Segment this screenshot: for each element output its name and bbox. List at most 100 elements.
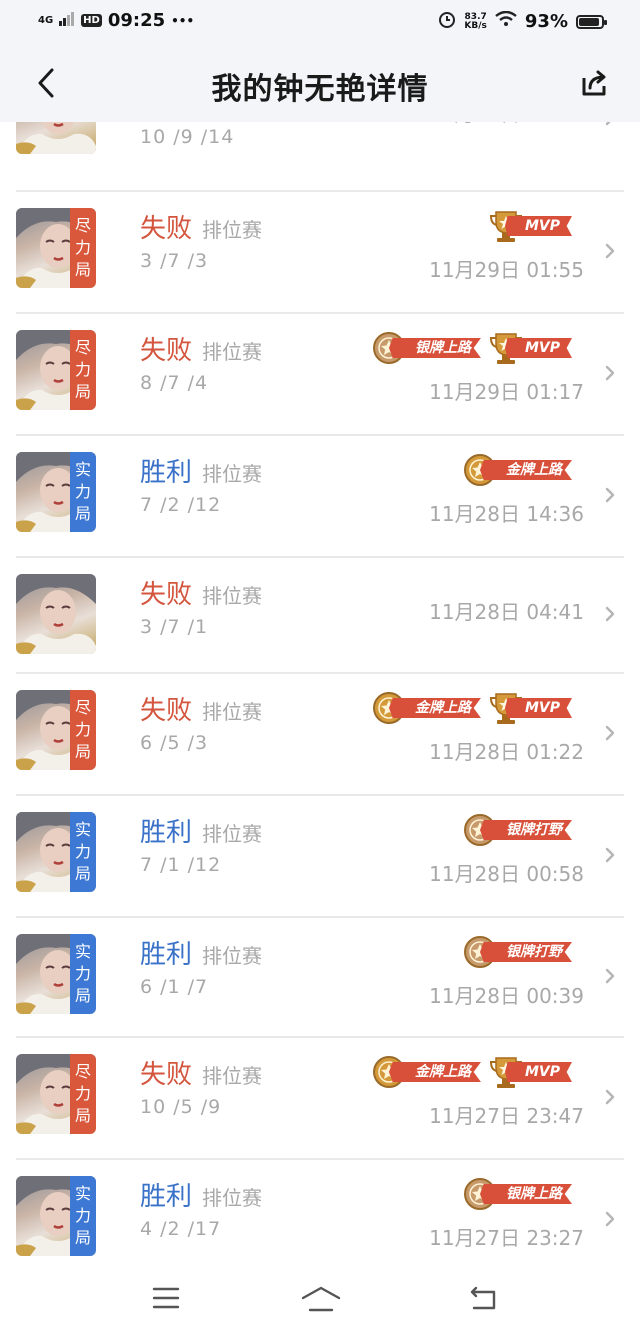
badge-gold: 金牌上路 xyxy=(371,1054,481,1090)
match-mode: 排位赛 xyxy=(202,822,262,846)
match-tag-char: 尽 xyxy=(74,216,91,235)
hero-avatar: 尽力局 xyxy=(16,690,96,770)
match-tag-char: 实 xyxy=(74,942,91,961)
match-tag-char: 实 xyxy=(74,820,91,839)
badge-group: 银牌上路 MVP xyxy=(371,330,572,366)
match-time: 11月27日 23:27 xyxy=(429,1226,584,1250)
chevron-right-icon[interactable] xyxy=(604,606,616,622)
match-tag-char: 局 xyxy=(74,1228,91,1247)
network-indicator: 4G xyxy=(38,14,54,26)
system-nav-bar xyxy=(0,1264,640,1336)
chevron-right-icon[interactable] xyxy=(604,243,616,259)
home-button[interactable] xyxy=(300,1284,342,1320)
match-tag: 实力局 xyxy=(70,934,96,1014)
match-tag-char: 力 xyxy=(74,482,91,501)
net-speed-unit: KB/s xyxy=(464,20,487,31)
battery-percent: 93% xyxy=(524,11,568,32)
match-tag-char: 力 xyxy=(74,964,91,983)
match-row[interactable]: 实力局 胜利 排位赛 4 /2 /17 11月27日 23:27 银牌上路 xyxy=(16,1158,624,1264)
match-result: 失败 xyxy=(140,214,193,244)
match-tag-char: 力 xyxy=(74,842,91,861)
badge-gold: 金牌上路 xyxy=(371,690,481,726)
badge-group: 银牌打野 xyxy=(462,812,572,848)
chevron-right-icon[interactable] xyxy=(604,487,616,503)
page-title: 我的钟无艳详情 xyxy=(211,72,429,107)
match-mode: 排位赛 xyxy=(202,700,262,724)
match-kda: 4 /2 /17 xyxy=(140,1218,222,1240)
badge-gold: 金牌上路 xyxy=(462,452,572,488)
match-tag-char: 实 xyxy=(74,460,91,479)
badge-label: 银牌打野 xyxy=(480,942,572,962)
match-row[interactable]: 尽力局 失败 排位赛 10 /5 /9 11月27日 23:47 金牌上路 MVP xyxy=(16,1036,624,1160)
match-tag: 实力局 xyxy=(70,452,96,532)
badge-label: MVP xyxy=(504,216,572,236)
badge-mvp: MVP xyxy=(487,208,572,244)
match-result: 胜利 xyxy=(140,940,193,970)
match-row[interactable]: 尽力局 失败 排位赛 6 /5 /3 11月28日 01:22 金牌上路 MVP xyxy=(16,672,624,796)
badge-group: 银牌打野 xyxy=(462,934,572,970)
hero-avatar: 尽力局 xyxy=(16,1054,96,1134)
badge-label: 银牌打野 xyxy=(480,820,572,840)
match-tag-char: 尽 xyxy=(74,338,91,357)
match-time: 11月28日 04:41 xyxy=(429,600,584,624)
match-tag: 实力局 xyxy=(70,812,96,892)
menu-button[interactable] xyxy=(150,1284,182,1316)
match-result: 失败 xyxy=(140,580,193,610)
match-row[interactable]: 尽力局 失败 排位赛 8 /7 /4 11月29日 01:17 银牌上路 MVP xyxy=(16,312,624,436)
status-bar: 4G HD 09:25 ••• 83.7 KB/s 93% xyxy=(0,0,640,46)
badge-label: 金牌上路 xyxy=(388,698,481,718)
match-time: 11月28日 14:36 xyxy=(429,502,584,526)
badge-label: MVP xyxy=(504,698,572,718)
match-time: 11月28日 00:39 xyxy=(429,984,584,1008)
chevron-right-icon[interactable] xyxy=(604,968,616,984)
badge-group: 金牌上路 MVP xyxy=(371,690,572,726)
match-tag-char: 局 xyxy=(74,382,91,401)
badge-mvp: MVP xyxy=(487,690,572,726)
back-nav-button[interactable] xyxy=(468,1284,500,1316)
match-row[interactable]: 失败 排位赛 3 /7 /1 11月28日 04:41 xyxy=(16,556,624,674)
match-tag: 尽力局 xyxy=(70,690,96,770)
chevron-right-icon[interactable] xyxy=(604,365,616,381)
match-mode: 排位赛 xyxy=(202,462,262,486)
hero-portrait xyxy=(16,574,96,654)
badge-silver: 银牌上路 xyxy=(371,330,481,366)
badge-label: 银牌上路 xyxy=(480,1184,572,1204)
match-row[interactable]: 10 /9 /14 11月29日 02:27 xyxy=(16,122,624,192)
match-tag-char: 力 xyxy=(74,1206,91,1225)
share-button[interactable] xyxy=(578,66,612,100)
match-list[interactable]: 10 /9 /1411月29日 02:27尽力局失败排位赛3 /7 /311月2… xyxy=(0,122,640,1264)
match-result: 失败 xyxy=(140,336,193,366)
match-tag-char: 局 xyxy=(74,986,91,1005)
match-tag-char: 力 xyxy=(74,1084,91,1103)
chevron-right-icon[interactable] xyxy=(604,725,616,741)
chevron-right-icon[interactable] xyxy=(604,122,616,126)
return-icon xyxy=(470,1286,496,1310)
match-row[interactable]: 实力局 胜利 排位赛 7 /2 /12 11月28日 14:36 金牌上路 xyxy=(16,434,624,558)
match-row[interactable]: 实力局 胜利 排位赛 6 /1 /7 11月28日 00:39 银牌打野 xyxy=(16,916,624,1038)
match-kda: 3 /7 /1 xyxy=(140,616,209,638)
hero-avatar: 实力局 xyxy=(16,934,96,1014)
match-kda: 8 /7 /4 xyxy=(140,372,209,394)
match-tag-char: 力 xyxy=(74,720,91,739)
badge-group: 金牌上路 MVP xyxy=(371,1054,572,1090)
hero-avatar: 实力局 xyxy=(16,812,96,892)
match-result: 胜利 xyxy=(140,1182,193,1212)
match-row[interactable]: 实力局 胜利 排位赛 7 /1 /12 11月28日 00:58 银牌打野 xyxy=(16,794,624,918)
match-tag-char: 局 xyxy=(74,864,91,883)
match-tag: 尽力局 xyxy=(70,1054,96,1134)
match-tag-char: 局 xyxy=(74,504,91,523)
match-row[interactable]: 尽力局 失败 排位赛 3 /7 /3 11月29日 01:55 MVP xyxy=(16,190,624,314)
match-mode: 排位赛 xyxy=(202,1186,262,1210)
match-kda: 7 /2 /12 xyxy=(140,494,222,516)
chevron-right-icon[interactable] xyxy=(604,847,616,863)
badge-label: MVP xyxy=(504,338,572,358)
badge-group: 金牌上路 xyxy=(462,452,572,488)
battery-fill xyxy=(579,17,599,26)
chevron-right-icon[interactable] xyxy=(604,1211,616,1227)
match-tag-char: 力 xyxy=(74,360,91,379)
more-dots: ••• xyxy=(171,13,195,28)
chevron-right-icon[interactable] xyxy=(604,1089,616,1105)
share-icon xyxy=(582,70,606,96)
match-tag-char: 局 xyxy=(74,742,91,761)
status-time: 09:25 xyxy=(107,10,166,31)
